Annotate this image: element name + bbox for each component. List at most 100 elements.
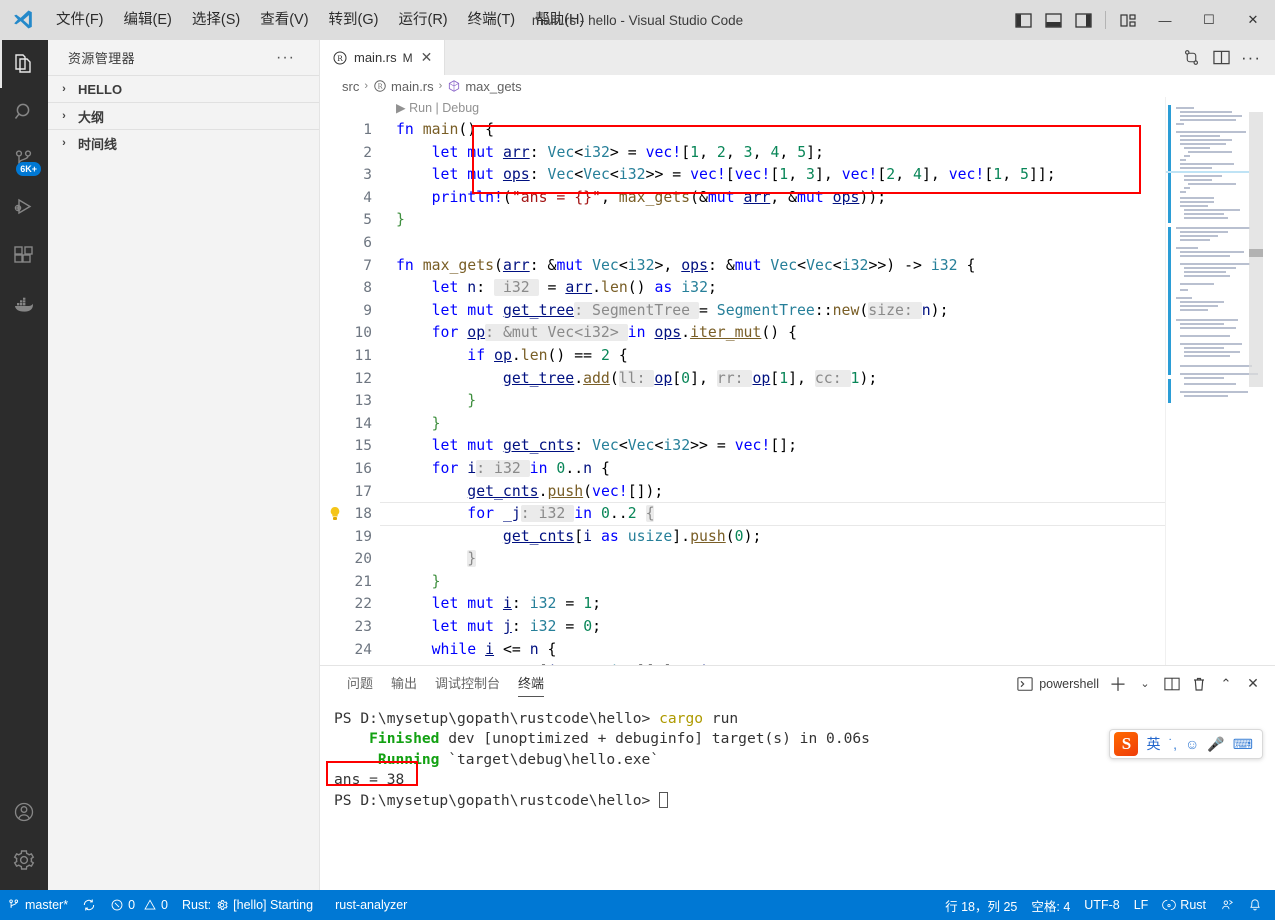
codelens-debug[interactable]: Debug <box>442 101 479 115</box>
breadcrumb-main-rs[interactable]: R main.rs <box>373 79 434 94</box>
lightbulb-icon[interactable] <box>328 506 342 522</box>
sidebar-section-timeline[interactable]: › 时间线 <box>48 129 319 156</box>
close-button[interactable]: ✕ <box>1231 0 1275 40</box>
status-eol[interactable]: LF <box>1127 890 1156 920</box>
sogou-logo-icon[interactable]: S <box>1114 732 1139 756</box>
extensions-icon <box>14 246 33 263</box>
line-number: 17 <box>354 483 372 500</box>
sidebar-section-outline[interactable]: › 大纲 <box>48 102 319 129</box>
terminal-dropdown-icon[interactable]: ⌄ <box>1133 671 1157 697</box>
split-terminal-icon[interactable] <box>1160 671 1184 697</box>
codelens-run-debug[interactable]: ▶ Run | Debug <box>380 97 1275 119</box>
split-editor-right-icon[interactable] <box>1207 40 1235 75</box>
manage-settings-button[interactable] <box>0 836 48 884</box>
status-sync[interactable] <box>75 890 103 920</box>
line-number: 7 <box>363 257 372 274</box>
cursor-line-border-top <box>380 502 1275 503</box>
status-cursor-position[interactable]: 行 18，列 25 <box>938 890 1024 920</box>
customize-layout-icon[interactable] <box>1113 0 1143 40</box>
chevron-right-icon: › <box>438 80 443 92</box>
menu-view[interactable]: 查看(V) <box>250 0 318 40</box>
menu-bar: 文件(F) 编辑(E) 选择(S) 查看(V) 转到(G) 运行(R) 终端(T… <box>46 0 594 40</box>
toggle-primary-sidebar-icon[interactable] <box>1008 0 1038 40</box>
status-problems[interactable]: 0 0 <box>103 890 175 920</box>
source-code[interactable]: fn main() { let mut arr: Vec<i32> = vec!… <box>380 119 1275 665</box>
panel-tab-problems[interactable]: 问题 <box>338 666 382 701</box>
status-branch-label: master* <box>25 898 69 912</box>
tab-label: main.rs <box>354 50 397 65</box>
line-number: 13 <box>354 393 372 410</box>
codelens-run[interactable]: Run <box>409 101 432 115</box>
files-icon <box>15 54 31 73</box>
line-number: 15 <box>354 438 372 455</box>
panel-tab-terminal[interactable]: 终端 <box>509 666 553 701</box>
tab-close-icon[interactable]: ✕ <box>419 49 435 66</box>
editor-more-actions-icon[interactable]: ··· <box>1237 40 1265 75</box>
sidebar-item-search[interactable] <box>0 88 48 136</box>
kill-terminal-icon[interactable] <box>1187 671 1211 697</box>
status-encoding[interactable]: UTF-8 <box>1077 890 1126 920</box>
editor-group: R main.rs M ✕ ··· src › R main.rs › max_… <box>320 40 1275 890</box>
status-notifications[interactable] <box>1241 890 1269 920</box>
menu-go[interactable]: 转到(G) <box>319 0 389 40</box>
line-number: 5 <box>363 212 372 229</box>
panel-tab-output[interactable]: 输出 <box>382 666 426 701</box>
line-number: 25 <box>320 661 380 665</box>
close-panel-icon[interactable]: ✕ <box>1241 671 1265 697</box>
ime-mode-toggle[interactable]: 英 <box>1146 734 1160 754</box>
line-number-gutter: 1 2 3 4 5 6 7 8 9 10 11 12 13 14 15 16 1 <box>320 97 380 665</box>
sidebar-section-hello[interactable]: › HELLO <box>48 75 319 102</box>
rust-icon: R <box>333 51 347 64</box>
toggle-secondary-sidebar-icon[interactable] <box>1068 0 1098 40</box>
status-rust-label: [hello] Starting <box>233 898 314 912</box>
status-indentation[interactable]: 空格: 4 <box>1024 890 1077 920</box>
emoji-icon[interactable]: ☺ <box>1185 736 1199 752</box>
tab-main-rs[interactable]: R main.rs M ✕ <box>320 40 446 75</box>
breadcrumb-src[interactable]: src <box>342 79 359 94</box>
breadcrumb-max-gets[interactable]: max_gets <box>447 79 522 94</box>
compare-changes-icon[interactable] <box>1177 40 1205 75</box>
sogou-ime-toolbar[interactable]: S 英 ˙, ☺ 🎤 ⌨ <box>1109 729 1263 759</box>
sidebar-more-actions-icon[interactable]: ··· <box>272 49 299 67</box>
sidebar-empty-area <box>48 156 319 890</box>
maximize-button[interactable]: ☐ <box>1187 0 1231 40</box>
keyboard-icon[interactable]: ⌨ <box>1233 736 1253 753</box>
line-number: 8 <box>363 280 372 297</box>
status-branch[interactable]: master* <box>0 890 75 920</box>
terminal-name-label: powershell <box>1039 676 1099 691</box>
maximize-panel-icon[interactable]: ⌃ <box>1214 671 1238 697</box>
terminal-output[interactable]: PS D:\mysetup\gopath\rustcode\hello> car… <box>320 701 1275 890</box>
terminal-selector[interactable]: powershell <box>1017 676 1103 692</box>
menu-file[interactable]: 文件(F) <box>46 0 114 40</box>
line-number: 24 <box>354 641 372 658</box>
sidebar-item-explorer[interactable] <box>0 40 48 88</box>
toggle-panel-icon[interactable] <box>1038 0 1068 40</box>
sidebar-item-extensions[interactable] <box>0 232 48 280</box>
microphone-icon[interactable]: 🎤 <box>1207 736 1224 753</box>
line-number: 22 <box>354 596 372 613</box>
panel-tab-debug-console[interactable]: 调试控制台 <box>426 666 509 701</box>
code-editor[interactable]: 1 2 3 4 5 6 7 8 9 10 11 12 13 14 15 16 1 <box>320 97 1275 665</box>
menu-help[interactable]: 帮助(H) <box>525 0 594 40</box>
punctuation-icon[interactable]: ˙, <box>1168 736 1177 752</box>
live-share-icon <box>1222 899 1233 910</box>
accounts-button[interactable] <box>0 788 48 836</box>
line-number-with-code-action: 18 <box>320 503 380 526</box>
status-live-share[interactable] <box>1213 890 1241 920</box>
status-rust-server[interactable]: Rust: [hello] Starting <box>175 890 320 920</box>
minimize-button[interactable]: — <box>1143 0 1187 40</box>
minimap[interactable] <box>1165 97 1275 665</box>
sidebar-item-source-control[interactable]: 6K+ <box>0 136 48 184</box>
sidebar-item-docker[interactable] <box>0 280 48 328</box>
menu-run[interactable]: 运行(R) <box>388 0 457 40</box>
code-content[interactable]: ▶ Run | Debug fn main() { let mut arr: V… <box>380 97 1275 665</box>
status-rust-analyzer[interactable]: rust-analyzer <box>328 890 414 920</box>
menu-terminal[interactable]: 终端(T) <box>458 0 526 40</box>
menu-edit[interactable]: 编辑(E) <box>114 0 182 40</box>
new-terminal-icon[interactable]: ＋ <box>1106 671 1130 697</box>
status-language-mode[interactable]: Rust <box>1155 890 1213 920</box>
menu-selection[interactable]: 选择(S) <box>182 0 250 40</box>
sidebar-item-run-and-debug[interactable] <box>0 184 48 232</box>
activity-bar: 6K+ <box>0 40 48 890</box>
codelens-separator: | <box>435 101 439 115</box>
